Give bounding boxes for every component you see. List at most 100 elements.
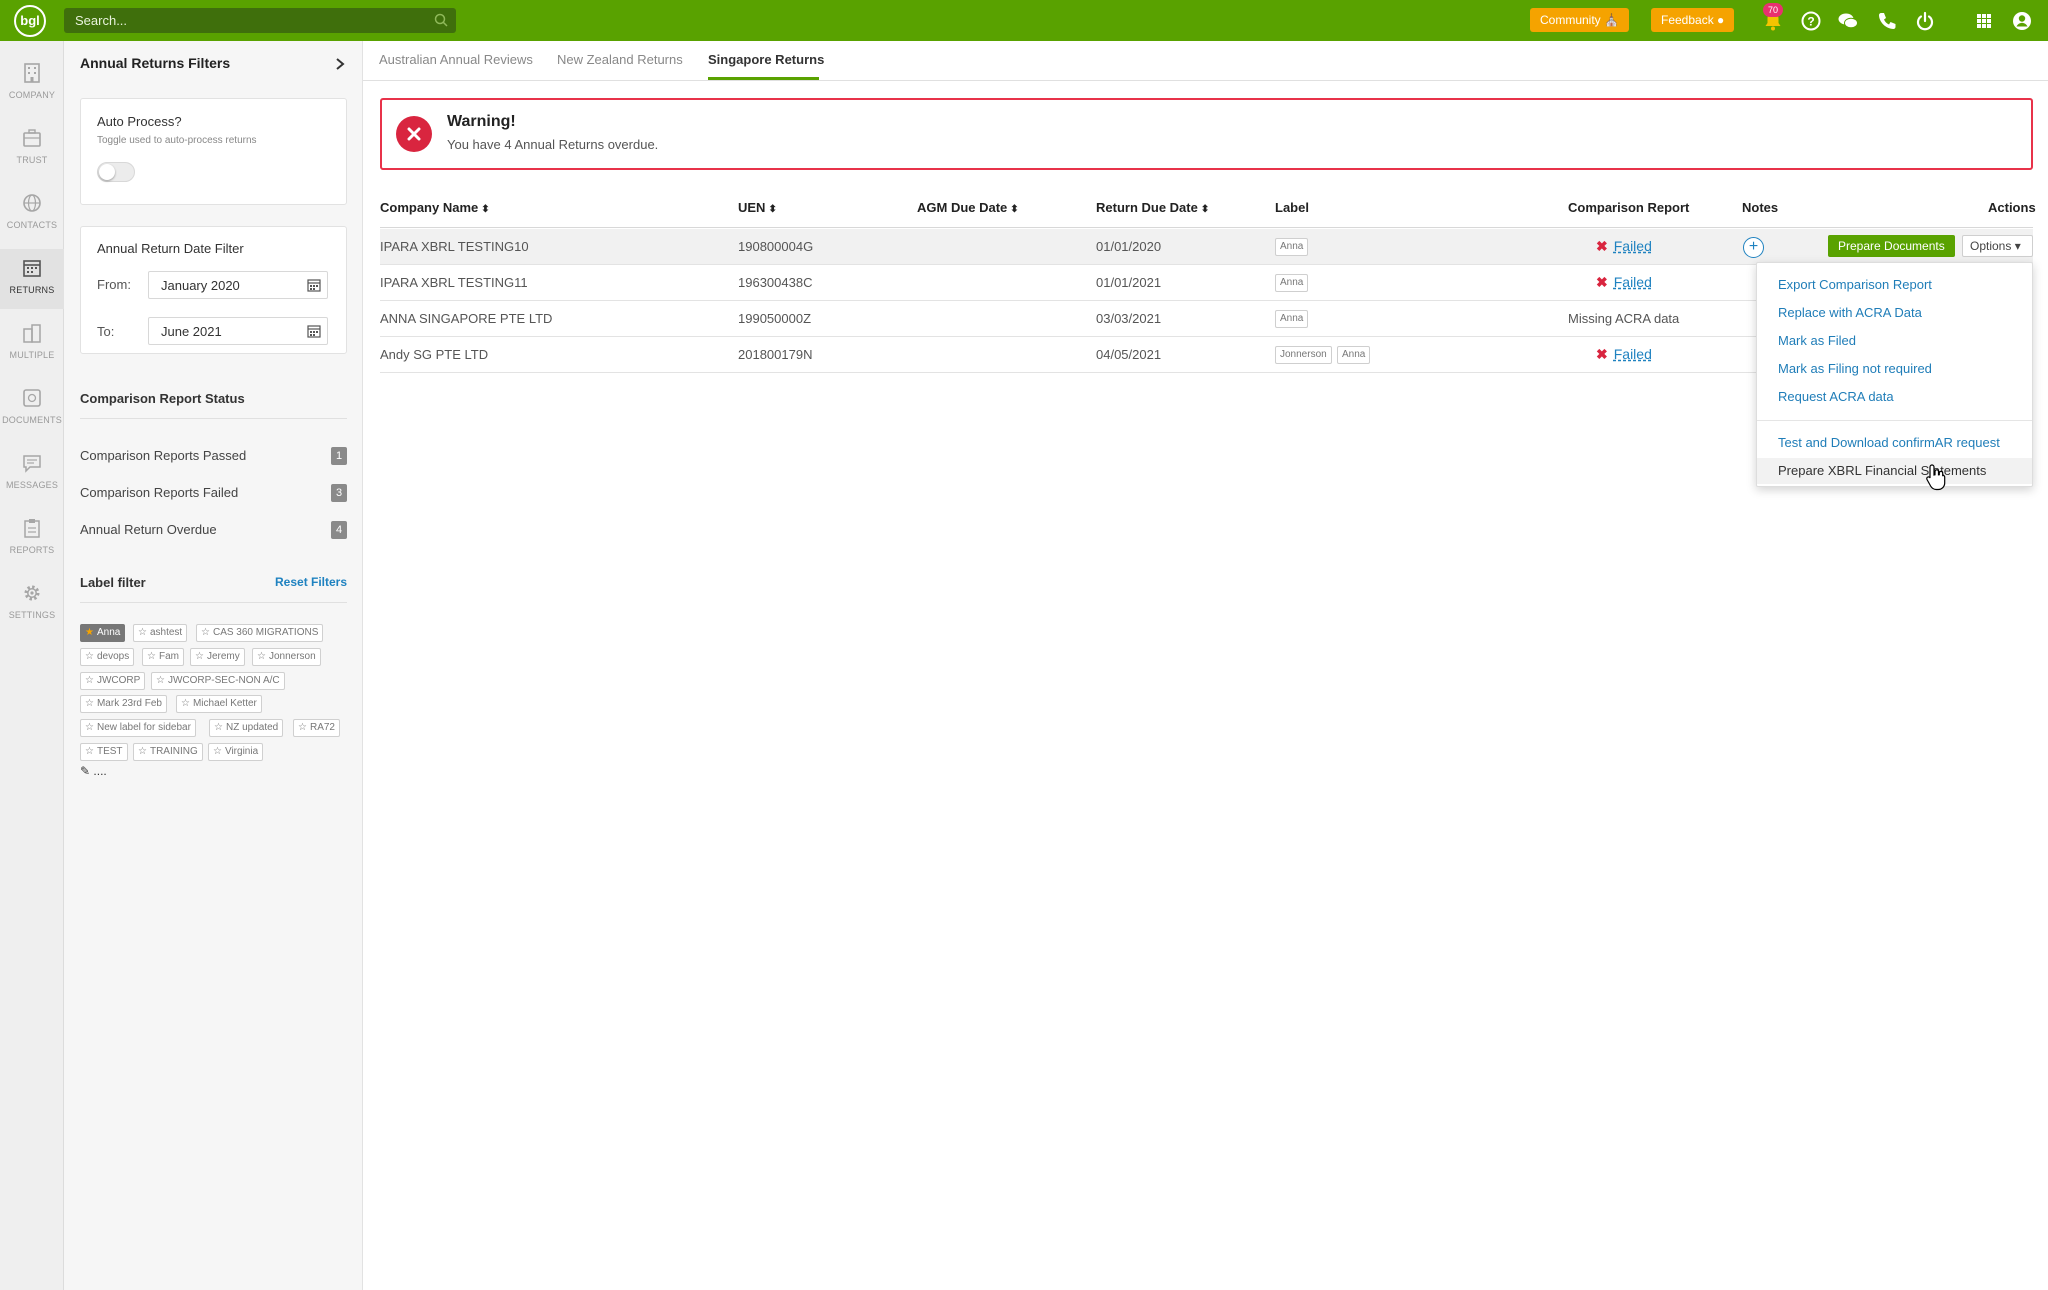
label-tag[interactable]: ☆ New label for sidebar xyxy=(80,719,196,737)
nav-reports[interactable]: REPORTS xyxy=(0,509,64,569)
menu-mark-as-filing-not-required[interactable]: Mark as Filing not required xyxy=(1757,356,2032,382)
label-tag[interactable]: ★ Anna xyxy=(80,624,126,642)
nav-company[interactable]: COMPANY xyxy=(0,54,64,114)
star-outline-icon: ☆ xyxy=(213,746,222,757)
label-tag-text: Virginia xyxy=(224,746,259,757)
community-button[interactable]: Community ⛪ xyxy=(1530,8,1629,32)
label-tag[interactable]: ☆ Jeremy xyxy=(190,648,245,666)
status-failed-row[interactable]: Comparison Reports Failed 3 xyxy=(80,482,347,504)
tab-singapore-returns[interactable]: Singapore Returns xyxy=(708,52,824,67)
table-row[interactable]: IPARA XBRL TESTING10 190800004G 01/01/20… xyxy=(380,229,2033,265)
edit-labels-link[interactable]: ✎ .... xyxy=(80,764,107,778)
menu-divider xyxy=(1757,420,2032,421)
overdue-warning: Warning! You have 4 Annual Returns overd… xyxy=(380,98,2033,170)
company-name-cell[interactable]: Andy SG PTE LTD xyxy=(380,347,488,362)
apps-grid-icon[interactable] xyxy=(1973,10,1995,32)
menu-export-comparison-report[interactable]: Export Comparison Report xyxy=(1757,272,2032,298)
menu-prepare-xbrl-financial-statements[interactable]: Prepare XBRL Financial Statements xyxy=(1757,458,2032,484)
col-uen[interactable]: UEN ⬍ xyxy=(738,200,777,215)
label-tag[interactable]: ☆ JWCORP-SEC-NON A/C xyxy=(151,672,285,690)
calendar-icon[interactable] xyxy=(307,278,321,292)
label-tag[interactable]: ☆ NZ updated xyxy=(209,719,284,737)
label-tag-text: Jeremy xyxy=(206,651,240,662)
label-tag[interactable]: ☆ Michael Ketter xyxy=(176,695,262,713)
label-tag[interactable]: ☆ ashtest xyxy=(133,624,188,642)
nav-returns[interactable]: RETURNS xyxy=(0,249,64,309)
calendar-icon[interactable] xyxy=(307,324,321,338)
menu-request-acra-data[interactable]: Request ACRA data xyxy=(1757,384,2032,410)
menu-test-download-confirmar[interactable]: Test and Download confirmAR request xyxy=(1757,430,2032,456)
col-uen-label: UEN xyxy=(738,200,766,215)
auto-process-toggle[interactable] xyxy=(97,162,135,182)
nav-trust[interactable]: TRUST xyxy=(0,119,64,179)
label-filter-title: Label filter xyxy=(80,575,146,590)
company-name-cell[interactable]: IPARA XBRL TESTING11 xyxy=(380,275,528,290)
label-tag[interactable]: ☆ Fam xyxy=(142,648,184,666)
tab-australian-annual-reviews[interactable]: Australian Annual Reviews xyxy=(379,52,533,67)
nav-settings[interactable]: SETTINGS xyxy=(0,574,64,634)
nav-documents[interactable]: DOCUMENTS xyxy=(0,379,64,439)
label-tag[interactable]: ☆ Jonnerson xyxy=(252,648,321,666)
report-status-text: Failed xyxy=(1613,238,1652,254)
label-tag[interactable]: ☆ CAS 360 MIGRATIONS xyxy=(196,624,324,642)
chat-icon[interactable] xyxy=(1837,10,1859,32)
return-due-cell: 04/05/2021 xyxy=(1096,347,1162,362)
label-tag-text: Michael Ketter xyxy=(192,698,257,709)
to-date-field[interactable] xyxy=(148,317,328,345)
auto-process-card: Auto Process? Toggle used to auto-proces… xyxy=(80,98,347,205)
col-company-name[interactable]: Company Name ⬍ xyxy=(380,200,490,215)
from-date-field[interactable] xyxy=(148,271,328,299)
phone-icon[interactable] xyxy=(1876,10,1898,32)
status-passed-row[interactable]: Comparison Reports Passed 1 xyxy=(80,445,347,467)
feedback-icon: ● xyxy=(1717,13,1725,27)
nav-multiple[interactable]: MULTIPLE xyxy=(0,314,64,374)
tab-new-zealand-returns[interactable]: New Zealand Returns xyxy=(557,52,683,67)
col-notes: Notes xyxy=(1742,200,1779,215)
to-date-input[interactable] xyxy=(149,318,299,344)
caret-down-icon: ▾ xyxy=(2014,239,2021,253)
nav-messages[interactable]: MESSAGES xyxy=(0,444,64,504)
comparison-report-status[interactable]: ✖ Failed xyxy=(1596,274,1652,291)
label-tag[interactable]: ☆ Virginia xyxy=(208,743,264,761)
col-return-due-date[interactable]: Return Due Date ⬍ xyxy=(1096,200,1209,215)
reset-filters-link[interactable]: Reset Filters xyxy=(275,575,347,589)
status-overdue-row[interactable]: Annual Return Overdue 4 xyxy=(80,519,347,541)
uen-cell: 201800179N xyxy=(738,347,813,362)
from-date-input[interactable] xyxy=(149,272,299,298)
add-note-button[interactable]: + xyxy=(1743,237,1764,258)
label-divider xyxy=(80,602,347,603)
col-return-due-date-label: Return Due Date xyxy=(1096,200,1198,215)
menu-replace-with-acra-data[interactable]: Replace with ACRA Data xyxy=(1757,300,2032,326)
menu-mark-as-filed[interactable]: Mark as Filed xyxy=(1757,328,2032,354)
label-tag[interactable]: ☆ JWCORP xyxy=(80,672,146,690)
feedback-button[interactable]: Feedback ● xyxy=(1651,8,1735,32)
prepare-documents-button[interactable]: Prepare Documents xyxy=(1828,235,1955,257)
company-name-cell[interactable]: ANNA SINGAPORE PTE LTD xyxy=(380,311,552,326)
label-tag[interactable]: ☆ devops xyxy=(80,648,135,666)
star-outline-icon: ☆ xyxy=(85,698,94,709)
comparison-report-status[interactable]: ✖ Failed xyxy=(1596,346,1652,363)
col-agm-due-date[interactable]: AGM Due Date ⬍ xyxy=(917,200,1019,215)
search-input[interactable] xyxy=(64,8,424,33)
company-name-cell[interactable]: IPARA XBRL TESTING10 xyxy=(380,239,529,254)
label-tag[interactable]: ☆ RA72 xyxy=(293,719,340,737)
help-icon[interactable]: ? xyxy=(1800,10,1822,32)
row-label-tag: Anna xyxy=(1337,346,1371,364)
search-box[interactable] xyxy=(64,8,456,33)
search-icon[interactable] xyxy=(434,13,448,27)
clipboard-icon xyxy=(24,519,40,538)
row-label-tag: Anna xyxy=(1275,310,1309,328)
nav-contacts[interactable]: CONTACTS xyxy=(0,184,64,244)
label-tag[interactable]: ☆ TRAINING xyxy=(133,743,203,761)
power-icon[interactable] xyxy=(1914,10,1936,32)
warning-message: You have 4 Annual Returns overdue. xyxy=(447,137,659,152)
comparison-report-status[interactable]: ✖ Failed xyxy=(1596,238,1652,255)
user-icon[interactable] xyxy=(2011,10,2033,32)
to-label: To: xyxy=(97,324,115,339)
bgl-logo[interactable]: bgl xyxy=(14,5,46,37)
label-tag[interactable]: ☆ Mark 23rd Feb xyxy=(80,695,167,713)
label-tag[interactable]: ☆ TEST xyxy=(80,743,128,761)
chevron-right-icon[interactable] xyxy=(334,57,346,71)
label-tag-text: NZ updated xyxy=(225,722,279,733)
options-button[interactable]: Options ▾ xyxy=(1962,235,2033,257)
